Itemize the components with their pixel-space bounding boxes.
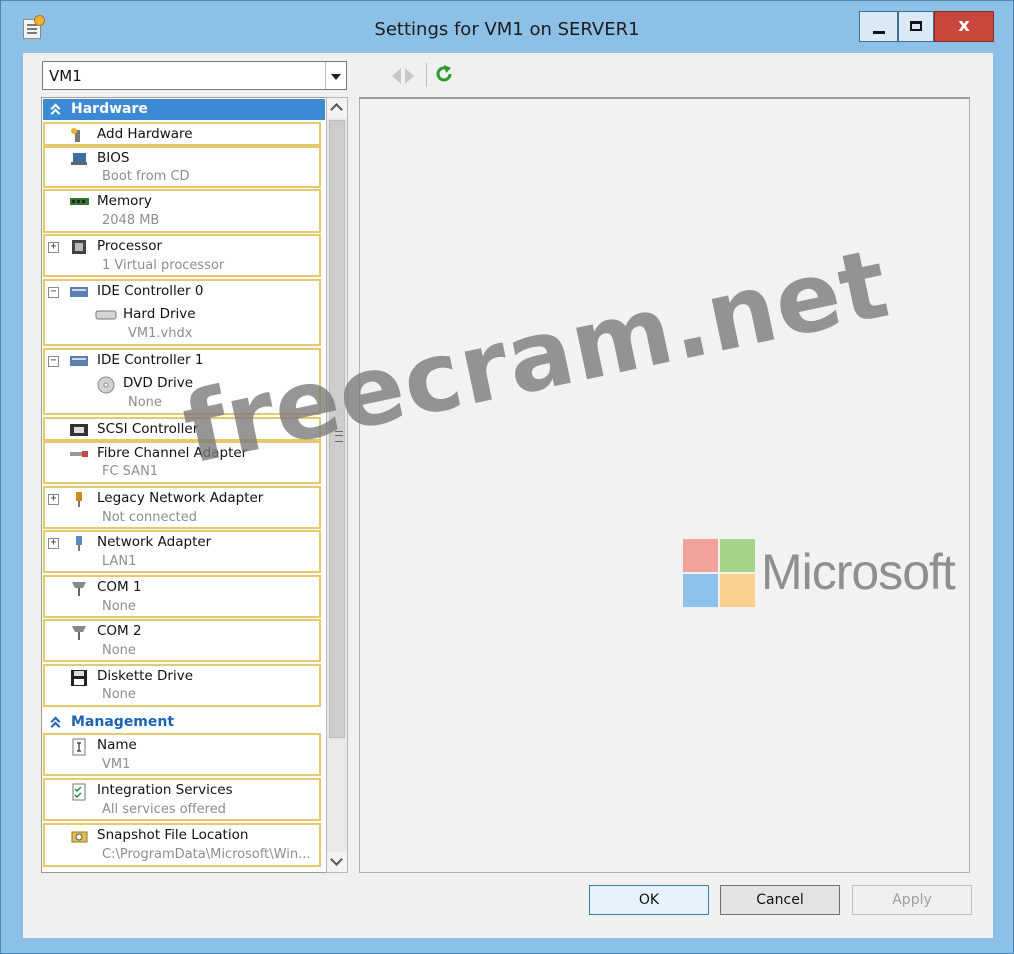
dialog-body: VM1 Hardware Add Hardware BIOS Boot from… (23, 53, 993, 938)
tree-item-name[interactable]: Name VM1 (43, 733, 321, 776)
toolbar-separator (426, 63, 427, 87)
tree-item-label: Name (97, 737, 137, 753)
ide-controller-icon (70, 287, 88, 297)
close-button[interactable]: x (934, 11, 994, 42)
collapse-chevron-icon[interactable] (50, 102, 60, 116)
hard-drive-icon (95, 310, 117, 320)
collapse-icon[interactable]: − (48, 287, 59, 298)
management-section-label: Management (71, 714, 175, 730)
tree-item-memory[interactable]: Memory 2048 MB (43, 189, 321, 233)
ok-button[interactable]: OK (589, 885, 709, 915)
expand-icon[interactable]: + (48, 242, 59, 253)
tree-item-label: COM 1 (97, 579, 142, 595)
tree-item-label: Snapshot File Location (97, 827, 249, 843)
vm-selector-value: VM1 (49, 67, 82, 85)
tree-item-value: 2048 MB (102, 213, 160, 228)
logo-square-yellow (720, 574, 755, 607)
processor-icon (72, 240, 86, 254)
tree-item-value: None (102, 687, 136, 702)
tree-item-snapshot-file-location[interactable]: Snapshot File Location C:\ProgramData\Mi… (43, 823, 321, 867)
tree-item-ide-controller-0[interactable]: − IDE Controller 0 Hard Drive VM1.vhdx (43, 279, 321, 346)
tree-item-value: VM1 (102, 757, 131, 772)
minimize-icon (873, 31, 885, 34)
hardware-section-label: Hardware (71, 101, 148, 117)
child-item-value: None (128, 395, 162, 410)
tree-item-value: Boot from CD (102, 169, 190, 184)
tree-item-com-2[interactable]: COM 2 None (43, 619, 321, 662)
add-hardware-icon (71, 128, 80, 142)
vm-selector-dropdown[interactable]: VM1 (42, 61, 347, 90)
hardware-section-header[interactable]: Hardware (43, 99, 325, 120)
tree-item-bios[interactable]: BIOS Boot from CD (43, 146, 321, 188)
child-item-value: VM1.vhdx (128, 326, 193, 341)
expand-icon[interactable]: + (48, 538, 59, 549)
maximize-icon (910, 21, 922, 31)
scroll-down-icon[interactable] (327, 852, 347, 872)
dvd-drive-icon (97, 376, 115, 394)
tree-item-value: C:\ProgramData\Microsoft\Win... (102, 847, 311, 862)
logo-square-red (683, 539, 718, 572)
minimize-button[interactable] (859, 11, 898, 42)
fibre-channel-icon (70, 451, 88, 457)
tree-item-diskette-drive[interactable]: Diskette Drive None (43, 664, 321, 707)
tree-item-label: Diskette Drive (97, 668, 193, 684)
tree-item-label: Add Hardware (97, 126, 193, 142)
details-pane: Microsoft (359, 97, 970, 873)
maximize-button[interactable] (898, 11, 934, 42)
legacy-network-icon (76, 492, 82, 507)
collapse-icon[interactable]: − (48, 356, 59, 367)
tree-item-value: None (102, 643, 136, 658)
bios-icon (71, 153, 87, 165)
tree-item-legacy-network-adapter[interactable]: + Legacy Network Adapter Not connected (43, 486, 321, 529)
microsoft-logo-text: Microsoft (761, 544, 956, 600)
tree-item-add-hardware[interactable]: Add Hardware (43, 122, 321, 146)
ide-controller-icon (70, 356, 88, 366)
tree-item-value: FC SAN1 (102, 464, 159, 479)
integration-services-icon (72, 783, 86, 801)
tree-item-label: Network Adapter (97, 534, 212, 550)
snapshot-icon (71, 831, 88, 843)
forward-arrow-icon[interactable] (401, 65, 417, 85)
expand-icon[interactable]: + (48, 494, 59, 505)
scsi-controller-icon (70, 424, 88, 436)
tree-item-processor[interactable]: + Processor 1 Virtual processor (43, 234, 321, 277)
logo-square-green (720, 539, 755, 572)
management-section-header[interactable]: Management (43, 712, 325, 733)
tree-item-value: Not connected (102, 510, 197, 525)
tree-item-label: Processor (97, 238, 163, 254)
memory-icon (70, 198, 89, 205)
tree-item-label: SCSI Controller (97, 421, 199, 437)
tree-item-network-adapter[interactable]: + Network Adapter LAN1 (43, 530, 321, 573)
tree-item-com-1[interactable]: COM 1 None (43, 575, 321, 618)
tree-item-label: IDE Controller 0 (97, 283, 204, 299)
tree-item-value: All services offered (102, 802, 226, 817)
com-port-icon (72, 582, 86, 596)
com-port-icon (72, 626, 86, 640)
settings-tree: Hardware Add Hardware BIOS Boot from CD (41, 97, 347, 873)
child-item-label[interactable]: Hard Drive (123, 306, 196, 322)
network-adapter-icon (76, 536, 82, 551)
tree-item-label: BIOS (97, 150, 130, 166)
tree-item-label: IDE Controller 1 (97, 352, 204, 368)
tree-item-integration-services[interactable]: Integration Services All services offere… (43, 778, 321, 821)
tree-item-value: None (102, 599, 136, 614)
tree-item-label: COM 2 (97, 623, 142, 639)
dropdown-arrow-icon[interactable] (325, 62, 346, 89)
collapse-chevron-icon[interactable] (50, 715, 60, 729)
diskette-icon (71, 670, 87, 686)
tree-item-label: Integration Services (97, 782, 233, 798)
tree-item-label: Memory (97, 193, 152, 209)
tree-scrollbar[interactable] (326, 97, 348, 873)
name-icon (72, 738, 86, 756)
tree-item-value: 1 Virtual processor (102, 258, 225, 273)
tree-item-label: Legacy Network Adapter (97, 490, 264, 506)
settings-window: Settings for VM1 on SERVER1 x VM1 Hardwa… (0, 0, 1014, 954)
logo-square-blue (683, 574, 718, 607)
apply-button[interactable]: Apply (852, 885, 972, 915)
cancel-button[interactable]: Cancel (720, 885, 840, 915)
tree-item-value: LAN1 (102, 554, 137, 569)
title-bar[interactable]: Settings for VM1 on SERVER1 x (1, 1, 1013, 53)
refresh-icon[interactable] (434, 64, 454, 84)
scroll-up-icon[interactable] (327, 98, 347, 118)
